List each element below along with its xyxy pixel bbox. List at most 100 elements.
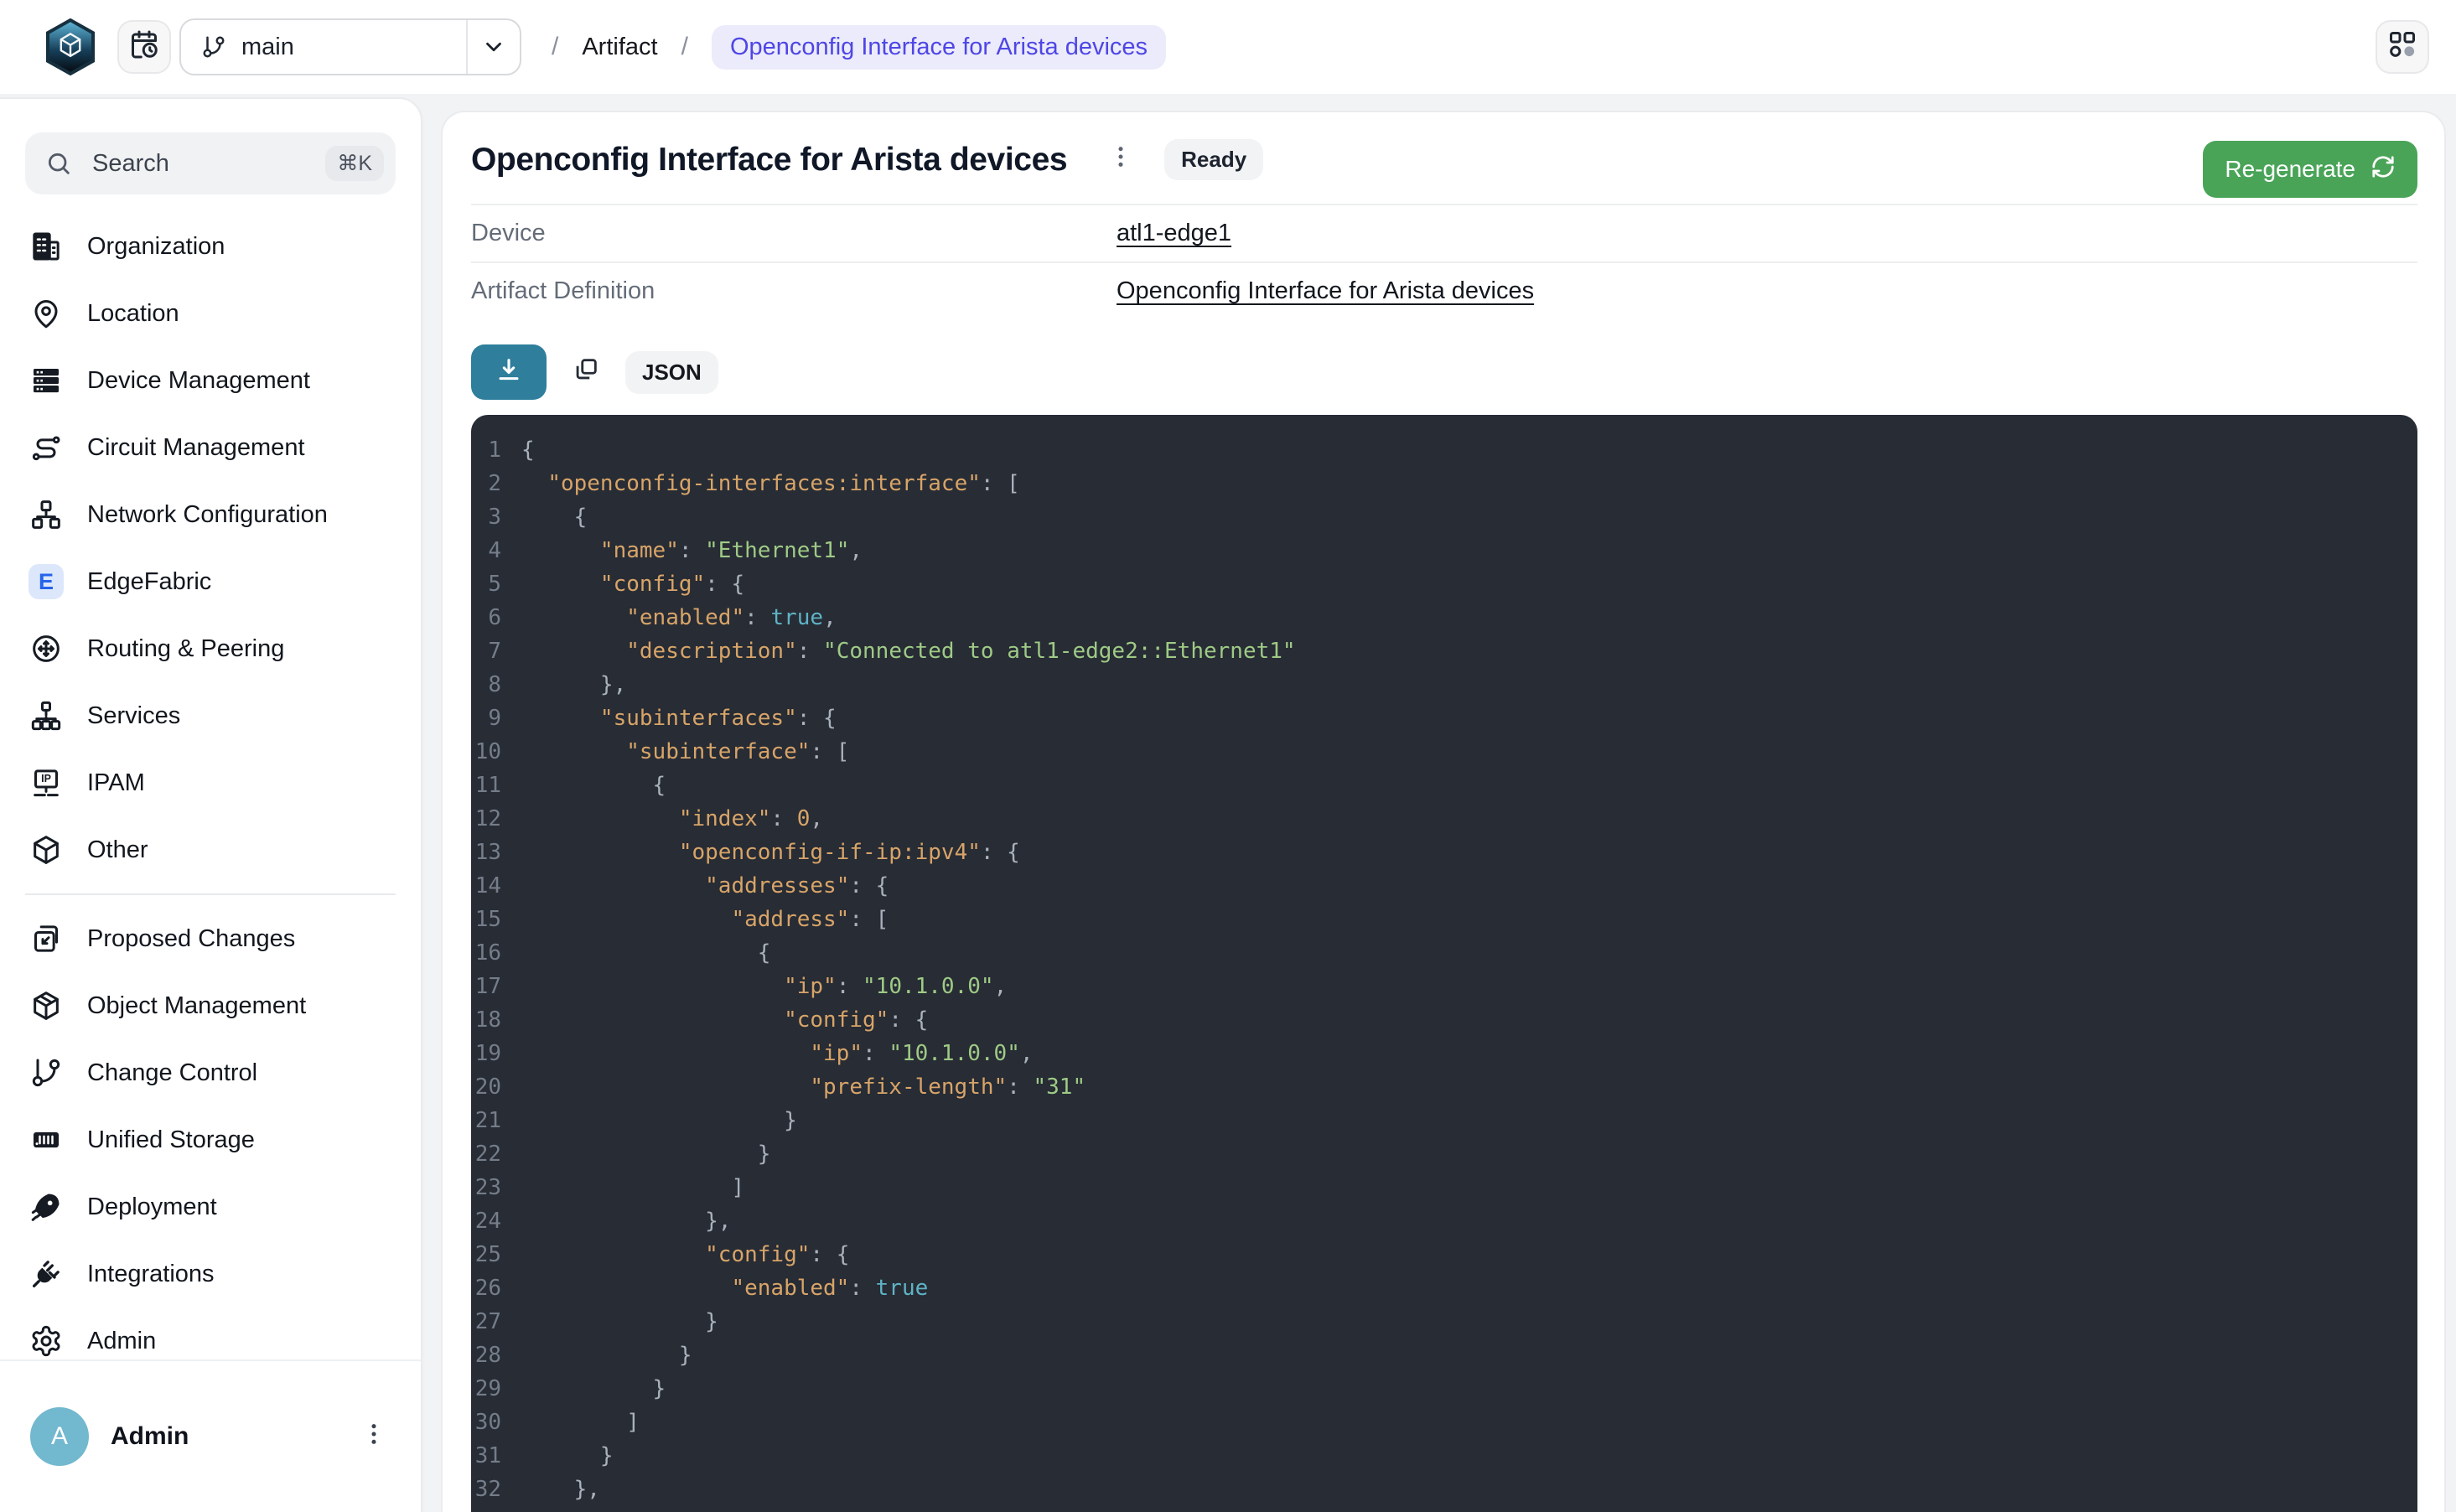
- routing-icon: [28, 631, 64, 666]
- code-text: }: [521, 1339, 692, 1372]
- code-text: "config": {: [521, 567, 744, 601]
- topbar: main / Artifact / Openconfig Interface f…: [0, 0, 2456, 94]
- code-text: },: [521, 1204, 731, 1238]
- breadcrumb-item-current[interactable]: Openconfig Interface for Arista devices: [712, 25, 1166, 70]
- sidebar-item-edgefabric[interactable]: E EdgeFabric: [0, 548, 421, 615]
- code-text: "index": 0,: [521, 802, 823, 836]
- line-number: 16: [471, 936, 501, 970]
- code-viewer[interactable]: 1{2 "openconfig-interfaces:interface": […: [471, 415, 2417, 1512]
- calendar-button[interactable]: [117, 20, 171, 74]
- device-link[interactable]: atl1-edge1: [1117, 220, 2417, 247]
- sidebar-item-label: Organization: [87, 233, 225, 261]
- code-line: 22 }: [471, 1137, 2417, 1171]
- workflow-apps-button[interactable]: [2376, 20, 2429, 74]
- chevron-down-icon[interactable]: [468, 34, 520, 60]
- sidebar-item-label: Object Management: [87, 992, 306, 1020]
- sidebar-item-proposed-changes[interactable]: Proposed Changes: [0, 905, 421, 972]
- sidebar-item-services[interactable]: Services: [0, 682, 421, 749]
- sidebar-item-deployment[interactable]: Deployment: [0, 1173, 421, 1240]
- code-line: 19 "ip": "10.1.0.0",: [471, 1037, 2417, 1070]
- line-number: 20: [471, 1070, 501, 1104]
- code-text: {: [521, 500, 587, 534]
- code-text: ]: [521, 1406, 640, 1439]
- line-number: 32: [471, 1473, 501, 1506]
- code-line: 26 "enabled": true: [471, 1271, 2417, 1305]
- sidebar-item-location[interactable]: Location: [0, 280, 421, 347]
- code-line: 7 "description": "Connected to atl1-edge…: [471, 634, 2417, 668]
- sidebar-item-object-management[interactable]: Object Management: [0, 972, 421, 1039]
- edgefabric-badge: E: [28, 564, 64, 599]
- user-section[interactable]: A Admin: [0, 1359, 421, 1512]
- breadcrumb-item-artifact[interactable]: Artifact: [582, 34, 657, 61]
- code-line: 32 },: [471, 1473, 2417, 1506]
- sidebar-item-other[interactable]: Other: [0, 816, 421, 883]
- line-number: 5: [471, 567, 501, 601]
- code-line: 31 }: [471, 1439, 2417, 1473]
- code-line: 23 ]: [471, 1171, 2417, 1204]
- title-row: Openconfig Interface for Arista devices …: [471, 139, 2417, 180]
- line-number: 6: [471, 601, 501, 634]
- sidebar-item-label: Admin: [87, 1328, 156, 1355]
- code-toolbar: JSON: [471, 344, 2417, 400]
- table-row: Device atl1-edge1: [471, 205, 2417, 261]
- sidebar-item-device-management[interactable]: Device Management: [0, 347, 421, 414]
- app-logo-icon: [45, 18, 96, 75]
- refresh-icon: [2371, 154, 2396, 185]
- sidebar-item-label: Change Control: [87, 1059, 257, 1087]
- sidebar-item-label: Unified Storage: [87, 1126, 255, 1154]
- line-number: 10: [471, 735, 501, 769]
- branch-selector[interactable]: main: [179, 18, 521, 75]
- line-number: 31: [471, 1439, 501, 1473]
- sidebar-item-routing-peering[interactable]: Routing & Peering: [0, 615, 421, 682]
- git-branch-icon: [201, 34, 226, 60]
- line-number: 18: [471, 1003, 501, 1037]
- code-text: "subinterfaces": {: [521, 702, 837, 735]
- code-text: {: [521, 433, 535, 467]
- code-text: {: [521, 769, 666, 802]
- search-input[interactable]: [89, 148, 325, 179]
- sidebar: ⌘K Organization Location Device Management…: [0, 97, 422, 1512]
- search-box[interactable]: ⌘K: [25, 132, 396, 194]
- line-number: 3: [471, 500, 501, 534]
- code-line: 5 "config": {: [471, 567, 2417, 601]
- regenerate-button[interactable]: Re-generate: [2203, 141, 2417, 198]
- code-text: }: [521, 1137, 770, 1171]
- code-text: "config": {: [521, 1003, 928, 1037]
- code-text: "addresses": {: [521, 869, 889, 903]
- sidebar-item-ipam[interactable]: IP IPAM: [0, 749, 421, 816]
- sidebar-item-unified-storage[interactable]: Unified Storage: [0, 1106, 421, 1173]
- code-line: 24 },: [471, 1204, 2417, 1238]
- download-button[interactable]: [471, 344, 547, 400]
- sidebar-item-label: EdgeFabric: [87, 568, 211, 596]
- sitemap-icon: [28, 698, 64, 733]
- sidebar-item-integrations[interactable]: Integrations: [0, 1240, 421, 1307]
- cube-icon: [28, 832, 64, 867]
- rocket-icon: [28, 1189, 64, 1225]
- sidebar-item-label: IPAM: [87, 769, 145, 797]
- sidebar-item-label: Location: [87, 300, 179, 328]
- code-text: }: [521, 1372, 666, 1406]
- ipam-icon: IP: [28, 765, 64, 800]
- sidebar-item-label: Network Configuration: [87, 501, 328, 529]
- code-line: 8 },: [471, 668, 2417, 702]
- sidebar-item-circuit-management[interactable]: Circuit Management: [0, 414, 421, 481]
- title-menu-button[interactable]: [1104, 140, 1137, 179]
- sidebar-item-organization[interactable]: Organization: [0, 213, 421, 280]
- line-number: 7: [471, 634, 501, 668]
- sidebar-item-network-configuration[interactable]: Network Configuration: [0, 481, 421, 548]
- line-number: 19: [471, 1037, 501, 1070]
- code-line: 6 "enabled": true,: [471, 601, 2417, 634]
- code-text: "prefix-length": "31": [521, 1070, 1086, 1104]
- line-number: 14: [471, 869, 501, 903]
- user-menu-button[interactable]: [357, 1417, 391, 1457]
- copy-icon: [572, 355, 600, 390]
- sidebar-item-change-control[interactable]: Change Control: [0, 1039, 421, 1106]
- storage-icon: [28, 1122, 64, 1157]
- kebab-icon: [1107, 143, 1134, 176]
- copy-button[interactable]: [572, 355, 600, 390]
- sidebar-item-label: Services: [87, 702, 180, 730]
- artifact-definition-link[interactable]: Openconfig Interface for Arista devices: [1117, 277, 2417, 305]
- detail-label: Device: [471, 220, 1117, 247]
- line-number: 23: [471, 1171, 501, 1204]
- sidebar-item-label: Routing & Peering: [87, 635, 284, 663]
